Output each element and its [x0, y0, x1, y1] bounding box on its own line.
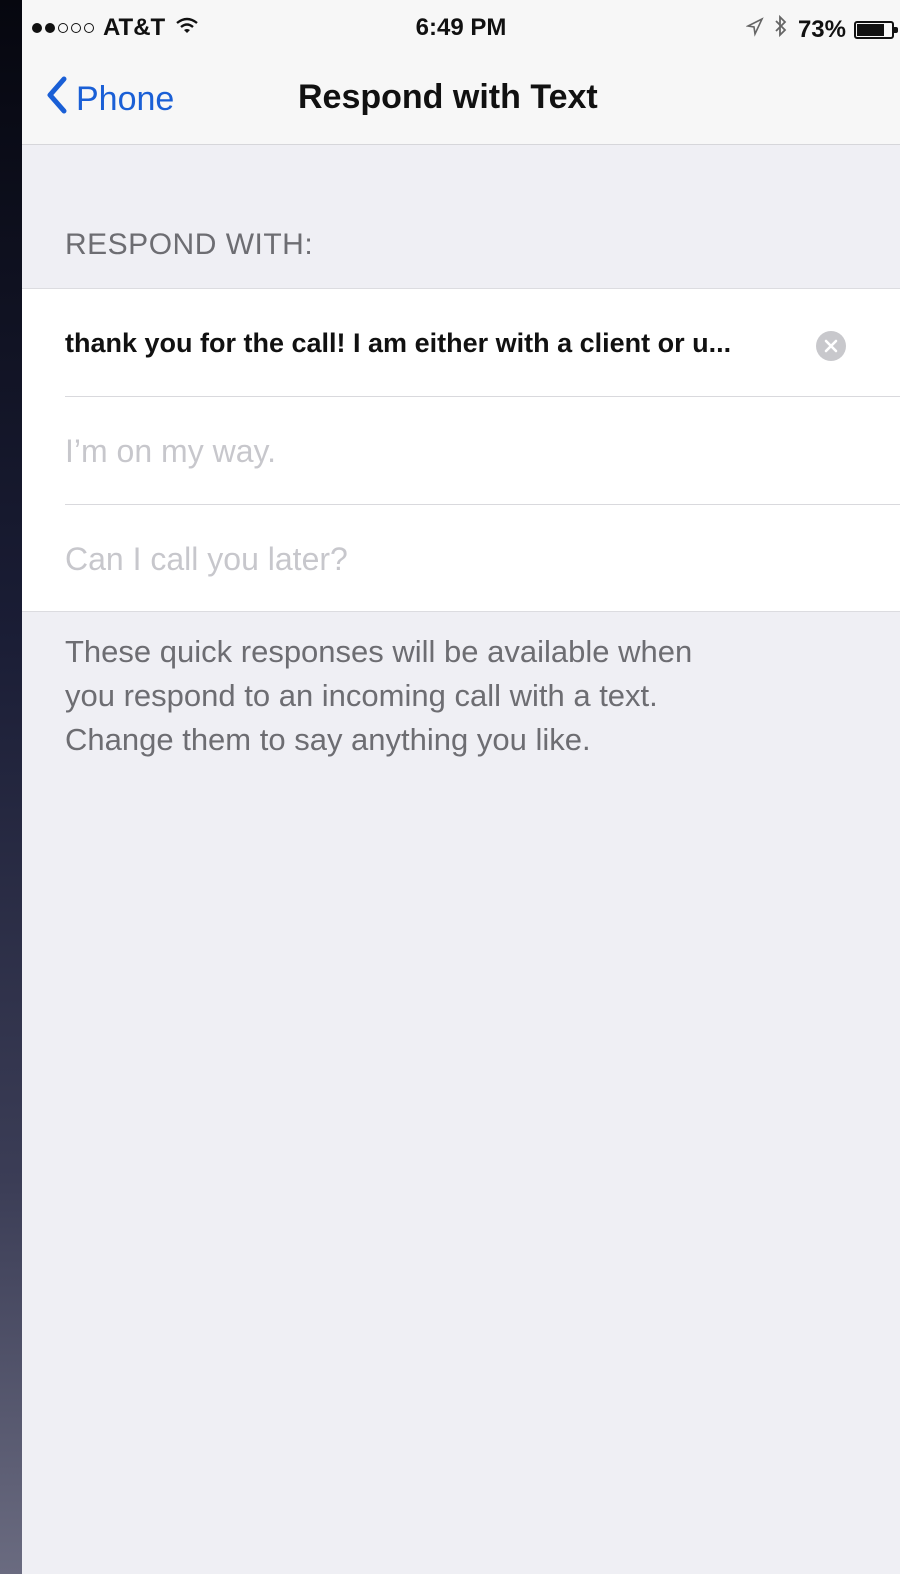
clear-text-icon[interactable]: [816, 331, 846, 361]
status-bar: AT&T 6:49 PM 73%: [22, 0, 900, 62]
back-button[interactable]: Phone: [46, 76, 174, 123]
response-field-1[interactable]: thank you for the call! I am either with…: [22, 289, 900, 397]
response-field-1-text[interactable]: thank you for the call! I am either with…: [65, 289, 731, 397]
response-field-2[interactable]: I’m on my way.: [22, 397, 900, 505]
device-bezel: [0, 0, 22, 1574]
battery-icon: [854, 20, 898, 39]
status-right: 73%: [745, 14, 898, 45]
footer-note-line-1: These quick responses will be available …: [65, 634, 693, 669]
location-arrow-icon: [745, 16, 764, 44]
bluetooth-icon: [774, 14, 788, 45]
footer-note-line-2: you respond to an incoming call with a t…: [65, 678, 658, 713]
response-field-3-placeholder[interactable]: Can I call you later?: [65, 505, 348, 613]
response-field-3[interactable]: Can I call you later?: [22, 505, 900, 613]
navigation-bar: Phone Respond with Text: [22, 62, 900, 145]
response-field-2-placeholder[interactable]: I’m on my way.: [65, 397, 276, 505]
chevron-left-icon: [46, 76, 68, 123]
footer-note: These quick responses will be available …: [65, 630, 865, 762]
phone-screen: AT&T 6:49 PM 73% Phone Respond with Text…: [22, 0, 900, 1574]
section-header: RESPOND WITH:: [65, 228, 314, 261]
back-button-label: Phone: [76, 80, 175, 118]
responses-list: thank you for the call! I am either with…: [22, 288, 900, 612]
page-title: Respond with Text: [298, 78, 598, 116]
battery-percent: 73%: [797, 15, 846, 43]
footer-note-line-3: Change them to say anything you like.: [65, 722, 591, 757]
